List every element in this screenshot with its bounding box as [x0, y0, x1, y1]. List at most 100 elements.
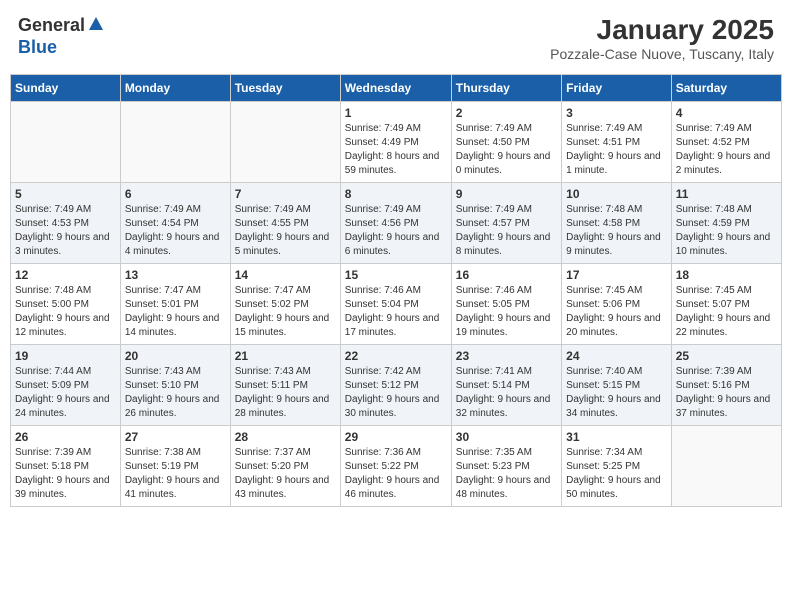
calendar-day-cell: 26Sunrise: 7:39 AMSunset: 5:18 PMDayligh… [11, 426, 121, 507]
day-info: Sunrise: 7:49 AMSunset: 4:56 PMDaylight:… [345, 203, 447, 259]
day-number: 17 [566, 268, 667, 282]
day-info: Sunrise: 7:49 AMSunset: 4:54 PMDaylight:… [125, 203, 226, 259]
calendar-day-cell: 6 Sunrise: 7:49 AMSunset: 4:54 PMDaylight… [120, 183, 230, 264]
calendar-day-cell: 2 Sunrise: 7:49 AMSunset: 4:50 PMDaylight… [451, 102, 561, 183]
day-info: Sunrise: 7:48 AMSunset: 4:58 PMDaylight:… [566, 203, 667, 259]
logo-blue-text: Blue [18, 37, 57, 57]
day-number: 31 [566, 430, 667, 444]
day-info: Sunrise: 7:42 AMSunset: 5:12 PMDaylight:… [345, 365, 447, 421]
calendar-day-cell: 14 Sunrise: 7:47 AMSunset: 5:02 PMDayligh… [230, 264, 340, 345]
calendar-day-cell: 29 Sunrise: 7:36 AMSunset: 5:22 PMDayligh… [340, 426, 451, 507]
calendar-day-cell: 11Sunrise: 7:48 AMSunset: 4:59 PMDayligh… [671, 183, 781, 264]
calendar-day-cell: 4Sunrise: 7:49 AMSunset: 4:52 PMDaylight… [671, 102, 781, 183]
day-number: 15 [345, 268, 447, 282]
weekday-header-tuesday: Tuesday [230, 75, 340, 102]
day-number: 30 [456, 430, 557, 444]
day-number: 2 [456, 106, 557, 120]
day-number: 25 [676, 349, 777, 363]
day-info: Sunrise: 7:38 AMSunset: 5:19 PMDaylight:… [125, 446, 226, 502]
weekday-header-row: SundayMondayTuesdayWednesdayThursdayFrid… [11, 75, 782, 102]
day-number: 29 [345, 430, 447, 444]
day-number: 21 [235, 349, 336, 363]
day-info: Sunrise: 7:41 AMSunset: 5:14 PMDaylight:… [456, 365, 557, 421]
day-number: 10 [566, 187, 667, 201]
calendar-day-cell: 3 Sunrise: 7:49 AMSunset: 4:51 PMDaylight… [562, 102, 672, 183]
month-title: January 2025 [550, 14, 774, 46]
day-number: 24 [566, 349, 667, 363]
day-info: Sunrise: 7:43 AMSunset: 5:11 PMDaylight:… [235, 365, 336, 421]
day-info: Sunrise: 7:48 AMSunset: 5:00 PMDaylight:… [15, 284, 116, 340]
calendar-day-cell: 15 Sunrise: 7:46 AMSunset: 5:04 PMDayligh… [340, 264, 451, 345]
calendar-week-row: 12 Sunrise: 7:48 AMSunset: 5:00 PMDayligh… [11, 264, 782, 345]
calendar-day-cell: 8 Sunrise: 7:49 AMSunset: 4:56 PMDaylight… [340, 183, 451, 264]
calendar-day-cell: 21 Sunrise: 7:43 AMSunset: 5:11 PMDayligh… [230, 345, 340, 426]
day-number: 28 [235, 430, 336, 444]
day-info: Sunrise: 7:46 AMSunset: 5:05 PMDaylight:… [456, 284, 557, 340]
day-number: 12 [15, 268, 116, 282]
day-number: 14 [235, 268, 336, 282]
calendar-day-cell: 27 Sunrise: 7:38 AMSunset: 5:19 PMDayligh… [120, 426, 230, 507]
calendar-day-cell: 22Sunrise: 7:42 AMSunset: 5:12 PMDayligh… [340, 345, 451, 426]
calendar-day-cell: 10 Sunrise: 7:48 AMSunset: 4:58 PMDayligh… [562, 183, 672, 264]
calendar-day-cell: 7 Sunrise: 7:49 AMSunset: 4:55 PMDaylight… [230, 183, 340, 264]
day-number: 20 [125, 349, 226, 363]
page-header: General Blue January 2025 Pozzale-Case N… [10, 10, 782, 66]
calendar-day-cell [230, 102, 340, 183]
day-info: Sunrise: 7:36 AMSunset: 5:22 PMDaylight:… [345, 446, 447, 502]
day-number: 23 [456, 349, 557, 363]
title-section: January 2025 Pozzale-Case Nuove, Tuscany… [550, 14, 774, 62]
weekday-header-monday: Monday [120, 75, 230, 102]
weekday-header-sunday: Sunday [11, 75, 121, 102]
day-number: 6 [125, 187, 226, 201]
logo-icon [88, 16, 104, 37]
day-number: 16 [456, 268, 557, 282]
calendar-week-row: 1 Sunrise: 7:49 AMSunset: 4:49 PMDaylight… [11, 102, 782, 183]
day-number: 11 [676, 187, 777, 201]
calendar-day-cell: 25Sunrise: 7:39 AMSunset: 5:16 PMDayligh… [671, 345, 781, 426]
day-number: 3 [566, 106, 667, 120]
calendar-day-cell: 31Sunrise: 7:34 AMSunset: 5:25 PMDayligh… [562, 426, 672, 507]
day-number: 26 [15, 430, 116, 444]
calendar-week-row: 26Sunrise: 7:39 AMSunset: 5:18 PMDayligh… [11, 426, 782, 507]
day-number: 1 [345, 106, 447, 120]
day-info: Sunrise: 7:46 AMSunset: 5:04 PMDaylight:… [345, 284, 447, 340]
logo-general-text: General [18, 15, 85, 36]
day-info: Sunrise: 7:49 AMSunset: 4:57 PMDaylight:… [456, 203, 557, 259]
calendar-day-cell: 20Sunrise: 7:43 AMSunset: 5:10 PMDayligh… [120, 345, 230, 426]
day-number: 9 [456, 187, 557, 201]
calendar-week-row: 19Sunrise: 7:44 AMSunset: 5:09 PMDayligh… [11, 345, 782, 426]
calendar-day-cell: 5Sunrise: 7:49 AMSunset: 4:53 PMDaylight… [11, 183, 121, 264]
day-number: 8 [345, 187, 447, 201]
weekday-header-saturday: Saturday [671, 75, 781, 102]
calendar-day-cell [120, 102, 230, 183]
day-info: Sunrise: 7:47 AMSunset: 5:01 PMDaylight:… [125, 284, 226, 340]
calendar-day-cell: 18Sunrise: 7:45 AMSunset: 5:07 PMDayligh… [671, 264, 781, 345]
calendar-day-cell: 24Sunrise: 7:40 AMSunset: 5:15 PMDayligh… [562, 345, 672, 426]
day-number: 19 [15, 349, 116, 363]
day-number: 27 [125, 430, 226, 444]
day-info: Sunrise: 7:47 AMSunset: 5:02 PMDaylight:… [235, 284, 336, 340]
day-info: Sunrise: 7:49 AMSunset: 4:49 PMDaylight:… [345, 122, 447, 178]
day-number: 4 [676, 106, 777, 120]
calendar-day-cell: 23 Sunrise: 7:41 AMSunset: 5:14 PMDayligh… [451, 345, 561, 426]
calendar-day-cell [11, 102, 121, 183]
calendar-day-cell: 30 Sunrise: 7:35 AMSunset: 5:23 PMDayligh… [451, 426, 561, 507]
day-info: Sunrise: 7:49 AMSunset: 4:55 PMDaylight:… [235, 203, 336, 259]
location-title: Pozzale-Case Nuove, Tuscany, Italy [550, 46, 774, 62]
day-info: Sunrise: 7:49 AMSunset: 4:51 PMDaylight:… [566, 122, 667, 178]
calendar-day-cell: 13Sunrise: 7:47 AMSunset: 5:01 PMDayligh… [120, 264, 230, 345]
day-info: Sunrise: 7:49 AMSunset: 4:53 PMDaylight:… [15, 203, 116, 259]
day-info: Sunrise: 7:37 AMSunset: 5:20 PMDaylight:… [235, 446, 336, 502]
calendar-day-cell: 28 Sunrise: 7:37 AMSunset: 5:20 PMDayligh… [230, 426, 340, 507]
day-number: 7 [235, 187, 336, 201]
calendar-day-cell: 1 Sunrise: 7:49 AMSunset: 4:49 PMDaylight… [340, 102, 451, 183]
calendar-day-cell [671, 426, 781, 507]
calendar-day-cell: 16 Sunrise: 7:46 AMSunset: 5:05 PMDayligh… [451, 264, 561, 345]
calendar-day-cell: 19Sunrise: 7:44 AMSunset: 5:09 PMDayligh… [11, 345, 121, 426]
day-info: Sunrise: 7:35 AMSunset: 5:23 PMDaylight:… [456, 446, 557, 502]
calendar-day-cell: 12 Sunrise: 7:48 AMSunset: 5:00 PMDayligh… [11, 264, 121, 345]
weekday-header-thursday: Thursday [451, 75, 561, 102]
day-info: Sunrise: 7:49 AMSunset: 4:50 PMDaylight:… [456, 122, 557, 178]
calendar-day-cell: 9 Sunrise: 7:49 AMSunset: 4:57 PMDaylight… [451, 183, 561, 264]
logo: General Blue [18, 14, 104, 58]
